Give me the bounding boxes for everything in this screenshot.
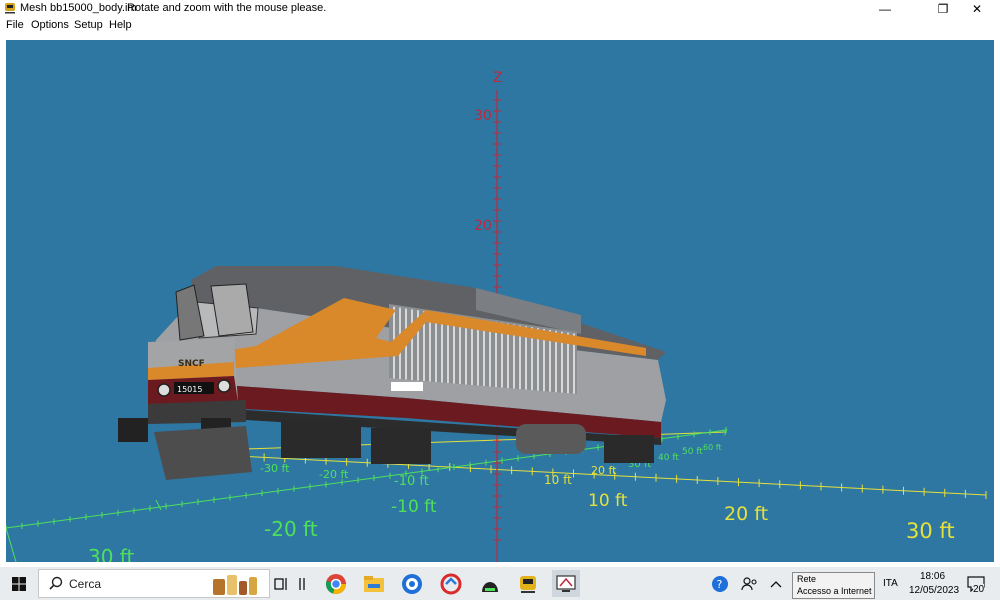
label-40ft-small: 40 ft — [658, 453, 679, 463]
menu-options[interactable]: Options — [30, 19, 70, 31]
svg-text:?: ? — [717, 578, 723, 591]
label-10ft-large: 10 ft — [588, 491, 628, 511]
notification-count-badge: 20 — [973, 584, 985, 595]
start-button[interactable] — [0, 567, 38, 600]
loco-logo: SNCF — [178, 359, 205, 369]
y-axis-label: y — [723, 427, 728, 436]
label-60ft-small: 60 ft — [703, 443, 722, 452]
bottles-widget-icon[interactable] — [210, 570, 260, 597]
loco-number-front: 15015 — [177, 385, 202, 394]
scene-svg: Z 30 20 -30 ft -20 ft -10 ft -20 ft -10 … — [6, 70, 987, 562]
loco-number-side-plate — [391, 382, 423, 391]
label-20ft-large: 20 ft — [724, 503, 768, 525]
ccleaner-icon[interactable] — [437, 570, 465, 597]
menu-setup[interactable]: Setup — [73, 19, 104, 31]
search-icon — [49, 576, 63, 590]
train-app-icon[interactable] — [514, 570, 542, 597]
z-axis-label: Z — [493, 70, 503, 86]
app-dark-dome-icon[interactable] — [476, 570, 504, 597]
label-30ft-corner: 30 ft — [88, 545, 134, 562]
window-hint: Rotate and zoom with the mouse please. — [127, 2, 327, 14]
search-placeholder: Cerca — [69, 577, 102, 591]
label-20ft-small: 20 ft — [591, 464, 617, 477]
minimize-button[interactable]: — — [862, 0, 908, 18]
headlight-left — [157, 383, 171, 397]
window-title: Mesh bb15000_body.im — [20, 2, 137, 14]
label-50ft-small: 50 ft — [682, 447, 703, 457]
menu-bar: File Options Setup Help — [0, 18, 1000, 35]
locomotive-mesh: 15015 SNCF — [118, 266, 666, 480]
close-button[interactable]: ✕ — [954, 0, 1000, 18]
tooltip-text: Accesso a Internet — [797, 586, 872, 596]
menu-file[interactable]: File — [5, 19, 25, 31]
network-tooltip: Rete Accesso a Internet — [792, 572, 875, 599]
grid-labels-left: -30 ft -20 ft -10 ft -20 ft -10 ft 30 ft — [88, 462, 437, 562]
menu-help[interactable]: Help — [108, 19, 133, 31]
headlight-right — [217, 379, 231, 393]
z-tick-30: 30 — [474, 108, 492, 124]
people-icon[interactable] — [736, 570, 764, 597]
chevron-up-icon[interactable] — [766, 570, 786, 597]
chrome-icon[interactable] — [322, 570, 350, 597]
label-m10ft-far: -10 ft — [391, 497, 437, 517]
mesh-viewer-taskbar-icon[interactable] — [552, 570, 580, 597]
task-view-icon[interactable] — [268, 570, 296, 597]
label-m30ft-near: -30 ft — [260, 462, 290, 475]
tooltip-title: Rete — [797, 574, 817, 584]
label-30ft-large: 30 ft — [906, 519, 955, 543]
help-icon[interactable]: ? — [706, 570, 734, 597]
pause-glyph-icon[interactable] — [294, 570, 310, 597]
app-circle-blue-icon[interactable] — [398, 570, 426, 597]
clock-date[interactable]: 12/05/2023 — [909, 585, 959, 596]
file-explorer-icon[interactable] — [360, 570, 388, 597]
z-tick-20: 20 — [474, 218, 492, 234]
mesh-viewport[interactable]: Z 30 20 -30 ft -20 ft -10 ft -20 ft -10 … — [6, 40, 994, 562]
title-bar: Mesh bb15000_body.im Rotate and zoom wit… — [0, 0, 1000, 18]
label-m10ft-near: -10 ft — [394, 474, 429, 489]
language-indicator[interactable]: ITA — [883, 578, 898, 589]
windows-logo-icon — [12, 576, 26, 591]
label-10ft-small: 10 ft — [544, 473, 572, 487]
label-m20ft-near: -20 ft — [319, 468, 349, 481]
app-train-icon — [5, 3, 15, 14]
label-m20ft-far: -20 ft — [264, 517, 318, 541]
clock-time[interactable]: 18:06 — [920, 571, 945, 582]
